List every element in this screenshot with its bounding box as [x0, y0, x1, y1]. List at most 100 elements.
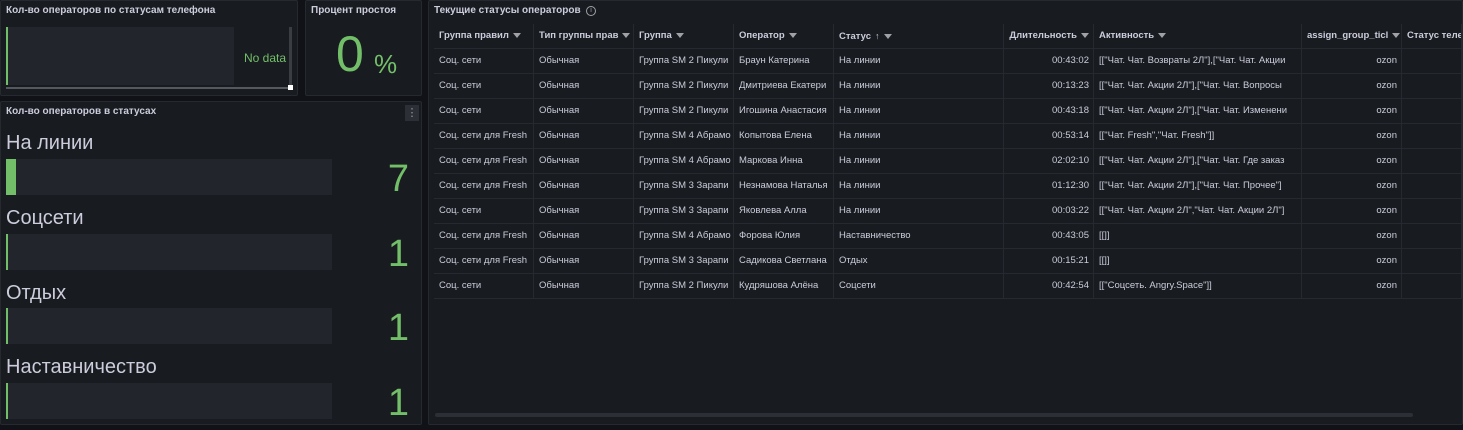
column-header-rule-group[interactable]: Группа правил [434, 24, 534, 48]
cell-status: На линии [834, 174, 1004, 198]
column-header-assign-group[interactable]: assign_group_ticl [1302, 24, 1402, 48]
status-bar-social [6, 234, 332, 270]
status-label-social: Соцсети [6, 207, 84, 229]
cell-activity: [["Чат. Чат. Акции 2Л","Чат. Чат. Акции … [1094, 199, 1302, 223]
cell-operator: Игошина Анастасия [734, 99, 834, 123]
table-header-row: Группа правил Тип группы прав Группа Операт… [434, 24, 1462, 49]
cell-duration: 00:15:21 [1004, 249, 1094, 273]
table-row[interactable]: Соц. сети для Fresh Обычная Группа SM 3 За… [434, 174, 1462, 199]
table-row[interactable]: Соц. сети для Fresh Обычная Группа SM 3 За… [434, 249, 1462, 274]
column-header-label: Оператор [739, 30, 785, 41]
status-bar-fill [6, 159, 16, 195]
cell-phone-status [1402, 99, 1462, 123]
idle-percent-unit: % [374, 49, 398, 79]
cell-activity: [["Чат. Fresh","Чат. Fresh"]] [1094, 124, 1302, 148]
column-header-group-type[interactable]: Тип группы прав [534, 24, 634, 48]
filter-icon[interactable] [622, 32, 631, 38]
cell-assign-group: ozon [1302, 149, 1402, 173]
status-bar-fill [6, 234, 8, 270]
table-row[interactable]: Соц. сети Обычная Группа SM 3 Зарапи Яковле… [434, 199, 1462, 224]
cell-group: Группа SM 3 Зарапи [634, 174, 734, 198]
cell-group: Группа SM 4 Абрамо [634, 224, 734, 248]
cell-assign-group: ozon [1302, 199, 1402, 223]
cell-group-type: Обычная [534, 224, 634, 248]
cell-group: Группа SM 2 Пикули [634, 74, 734, 98]
idle-percent-value: 0 [336, 26, 364, 82]
filter-icon[interactable] [883, 33, 892, 39]
vertical-scrollbar[interactable] [289, 27, 292, 85]
horizontal-scrollbar[interactable] [6, 87, 289, 89]
status-bar-fill [6, 308, 8, 344]
filter-icon[interactable] [1081, 32, 1089, 38]
cell-phone-status [1402, 149, 1462, 173]
cell-status: На линии [834, 149, 1004, 173]
cell-operator: Форова Юлия [734, 224, 834, 248]
cell-group-type: Обычная [534, 274, 634, 298]
filter-icon[interactable] [1392, 32, 1401, 38]
filter-icon[interactable] [512, 32, 521, 38]
cell-group-type: Обычная [534, 124, 634, 148]
cell-operator: Незнамова Наталья [734, 174, 834, 198]
cell-activity: [["Чат. Чат. Акции 2Л"],["Чат. Чат. Изме… [1094, 99, 1302, 123]
table-row[interactable]: Соц. сети для Fresh Обычная Группа SM 4 Аб… [434, 124, 1462, 149]
cell-rule-group: Соц. сети [434, 74, 534, 98]
cell-group: Группа SM 3 Зарапи [634, 199, 734, 223]
cell-group: Группа SM 3 Зарапи [634, 249, 734, 273]
cell-phone-status [1402, 249, 1462, 273]
status-bar-fill [6, 383, 8, 419]
cell-phone-status [1402, 174, 1462, 198]
filter-icon[interactable] [788, 32, 797, 38]
column-header-label: Длительность [1009, 30, 1077, 41]
column-header-duration[interactable]: Длительность [1004, 24, 1094, 48]
resize-handle[interactable] [288, 85, 293, 90]
panel-title: Процент простоя [311, 5, 397, 16]
sort-ascending-icon[interactable]: ↑ [875, 31, 880, 41]
cell-duration: 02:02:10 [1004, 149, 1094, 173]
table-row[interactable]: Соц. сети Обычная Группа SM 2 Пикули Игошин… [434, 99, 1462, 124]
phone-status-panel: Кол-во операторов по статусам телефона N… [0, 0, 298, 96]
cell-assign-group: ozon [1302, 174, 1402, 198]
cell-rule-group: Соц. сети для Fresh [434, 149, 534, 173]
cell-group-type: Обычная [534, 249, 634, 273]
cell-assign-group: ozon [1302, 49, 1402, 73]
horizontal-scrollbar[interactable] [435, 413, 1413, 417]
cell-rule-group: Соц. сети для Fresh [434, 249, 534, 273]
cell-group: Группа SM 4 Абрамо [634, 124, 734, 148]
cell-rule-group: Соц. сети для Fresh [434, 224, 534, 248]
cell-duration: 00:42:54 [1004, 274, 1094, 298]
panel-menu-icon[interactable]: ⋮ [405, 105, 419, 121]
table-row[interactable]: Соц. сети Обычная Группа SM 2 Пикули Кудряш… [434, 274, 1462, 299]
cell-group-type: Обычная [534, 49, 634, 73]
panel-title: Кол-во операторов по статусам телефона [6, 5, 216, 16]
table-row[interactable]: Соц. сети Обычная Группа SM 2 Пикули Браун … [434, 49, 1462, 74]
cell-duration: 00:03:22 [1004, 199, 1094, 223]
column-header-operator[interactable]: Оператор [734, 24, 834, 48]
table-row[interactable]: Соц. сети Обычная Группа SM 2 Пикули Дмитри… [434, 74, 1462, 99]
panel-title: Кол-во операторов в статусах [6, 106, 157, 117]
cell-duration: 00:43:02 [1004, 49, 1094, 73]
cell-operator: Маркова Инна [734, 149, 834, 173]
table-row[interactable]: Соц. сети для Fresh Обычная Группа SM 4 Аб… [434, 149, 1462, 174]
cell-rule-group: Соц. сети [434, 199, 534, 223]
table-row[interactable]: Соц. сети для Fresh Обычная Группа SM 4 Аб… [434, 224, 1462, 249]
cell-rule-group: Соц. сети для Fresh [434, 174, 534, 198]
column-header-phone-status[interactable]: Статус теле [1402, 24, 1462, 48]
cell-activity: [[]] [1094, 224, 1302, 248]
column-header-status[interactable]: Статус ↑ [834, 24, 1004, 48]
info-icon[interactable]: i [586, 6, 596, 16]
operator-statuses-table-panel: Текущие статусы операторов i Группа прав… [428, 0, 1463, 425]
filter-icon[interactable] [675, 32, 684, 38]
cell-status: На линии [834, 49, 1004, 73]
cell-activity: [[]] [1094, 249, 1302, 273]
cell-phone-status [1402, 124, 1462, 148]
cell-assign-group: ozon [1302, 249, 1402, 273]
cell-rule-group: Соц. сети для Fresh [434, 124, 534, 148]
cell-status: Наставничество [834, 224, 1004, 248]
cell-activity: [["Чат. Чат. Акции 2Л"],["Чат. Чат. Где … [1094, 149, 1302, 173]
cell-phone-status [1402, 274, 1462, 298]
filter-icon[interactable] [1158, 32, 1167, 38]
column-header-activity[interactable]: Активность [1094, 24, 1302, 48]
cell-group-type: Обычная [534, 149, 634, 173]
column-header-group[interactable]: Группа [634, 24, 734, 48]
status-value-social: 1 [387, 233, 409, 275]
